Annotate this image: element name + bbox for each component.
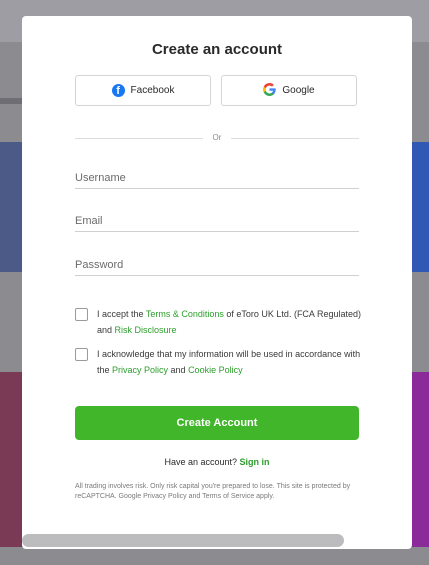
- horizontal-scrollbar[interactable]: [22, 534, 344, 547]
- facebook-icon: f: [111, 84, 125, 97]
- risk-disclosure-link[interactable]: Risk Disclosure: [115, 325, 177, 335]
- signup-modal: Create an account f Facebook Google Or I…: [22, 16, 412, 549]
- background-bar: [0, 98, 22, 104]
- terms-conditions-link[interactable]: Terms & Conditions: [146, 309, 224, 319]
- privacy-consent-row: I acknowledge that my information will b…: [75, 346, 365, 378]
- privacy-text-mid: and: [168, 365, 189, 375]
- password-field[interactable]: [75, 256, 359, 274]
- facebook-label: Facebook: [130, 85, 175, 96]
- cookie-policy-link[interactable]: Cookie Policy: [188, 365, 243, 375]
- background-panel-right: [411, 142, 429, 272]
- facebook-signup-button[interactable]: f Facebook: [75, 75, 211, 106]
- terms-consent-row: I accept the Terms & Conditions of eToro…: [75, 306, 365, 338]
- modal-title: Create an account: [151, 41, 283, 58]
- email-field[interactable]: [75, 212, 359, 230]
- username-field[interactable]: [75, 169, 359, 187]
- terms-checkbox[interactable]: [75, 308, 88, 321]
- privacy-text: I acknowledge that my information will b…: [97, 346, 365, 378]
- privacy-checkbox[interactable]: [75, 348, 88, 361]
- background-panel-left: [0, 142, 22, 272]
- background-banner-right: [411, 372, 429, 547]
- google-signup-button[interactable]: Google: [221, 75, 357, 106]
- terms-text-pre: I accept the: [97, 309, 146, 319]
- sign-in-link[interactable]: Sign in: [240, 457, 270, 467]
- password-field-wrapper: [75, 255, 359, 276]
- email-field-wrapper: [75, 211, 359, 232]
- google-icon: [263, 82, 277, 99]
- risk-disclaimer: All trading involves risk. Only risk cap…: [75, 483, 351, 500]
- google-label: Google: [282, 85, 315, 96]
- or-divider: Or: [75, 132, 359, 144]
- have-account-line: Have an account? Sign in: [22, 457, 412, 467]
- username-field-wrapper: [75, 168, 359, 189]
- terms-text: I accept the Terms & Conditions of eToro…: [97, 306, 365, 338]
- privacy-policy-link[interactable]: Privacy Policy: [112, 365, 168, 375]
- create-account-button[interactable]: Create Account: [75, 406, 359, 440]
- have-account-text: Have an account?: [164, 457, 240, 467]
- divider-line: [231, 138, 359, 139]
